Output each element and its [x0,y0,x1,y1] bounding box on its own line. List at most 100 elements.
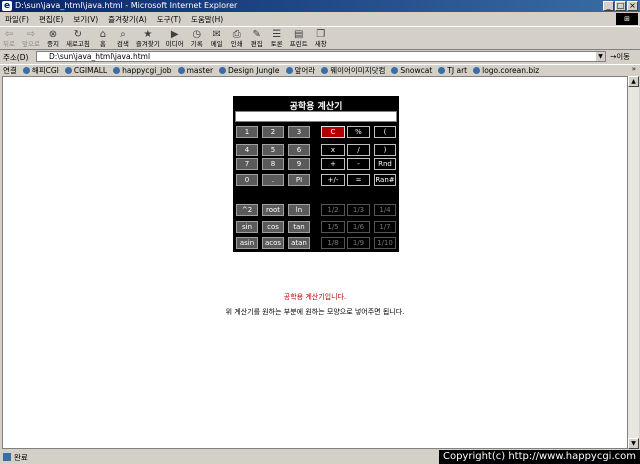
refresh-icon: ↻ [73,29,83,40]
scroll-up-icon[interactable]: ▲ [628,76,639,87]
link-item[interactable]: Snowcat [391,66,432,75]
web-page-icon [473,67,481,74]
calc-key[interactable]: - [347,158,370,170]
link-item[interactable]: CGIMALL [64,66,107,75]
link-item[interactable]: 해피CGI [22,65,59,76]
menu-favorites[interactable]: 즐겨찾기(A) [103,14,152,25]
calc-key[interactable]: 4 [236,144,258,156]
close-button[interactable]: × [627,1,638,11]
link-item[interactable]: happycgi_job [113,66,172,75]
calc-key[interactable]: 8 [262,158,284,170]
calc-key[interactable]: PI [288,174,310,186]
toolbar-button-label: 검색 [116,40,129,48]
edit-icon: ✎ [252,29,261,40]
calc-key[interactable]: 0 [236,174,258,186]
calc-key[interactable]: 1/4 [374,204,396,216]
toolbar-button-4[interactable]: ⌂ 홈 [96,29,110,48]
calc-key[interactable]: ^2 [236,204,258,216]
calc-key[interactable]: 1 [236,126,258,138]
calc-key[interactable]: 1/2 [321,204,345,216]
calc-key[interactable]: + [321,158,345,170]
address-input[interactable]: D:\sun\java_html\java.html ▼ [36,51,606,62]
address-dropdown-icon[interactable]: ▼ [596,52,605,61]
toolbar-button-0[interactable]: ⇦ 뒤로 [2,29,16,48]
calc-key[interactable]: cos [262,221,284,233]
vertical-scrollbar[interactable]: ▲ ▼ [628,76,639,449]
link-item[interactable]: TJ art [438,66,467,75]
calc-key[interactable]: root [262,204,284,216]
title-bar: e D:\sun\java_html\java.html - Microsoft… [0,0,640,12]
stop-icon: ⊗ [48,29,58,40]
calc-key[interactable]: ln [288,204,310,216]
toolbar-button-7[interactable]: ▶ 미디어 [166,29,184,48]
toolbar-button-9[interactable]: ✉ 메일 [210,29,224,48]
calc-key[interactable]: . [262,174,284,186]
toolbar-button-label: 인쇄 [230,40,243,48]
calc-key[interactable]: % [347,126,370,138]
calc-key[interactable]: C [321,126,345,138]
calc-key[interactable]: 1/6 [347,221,370,233]
toolbar-button-13[interactable]: ▤ 프린트 [290,29,308,48]
toolbar-button-6[interactable]: ★ 즐겨찾기 [136,29,160,48]
maximize-button[interactable]: □ [615,1,626,11]
toolbar-button-2[interactable]: ⊗ 중지 [46,29,60,48]
link-label: 해피CGI [31,66,59,75]
calc-key[interactable]: 7 [236,158,258,170]
link-label: logo.corean.biz [482,66,540,75]
calc-key[interactable]: 1/3 [347,204,370,216]
calc-key[interactable]: x [321,144,345,156]
calc-key[interactable]: Rnd [374,158,396,170]
calc-key[interactable]: asin [236,237,258,249]
menu-edit[interactable]: 편집(E) [34,14,68,25]
menu-view[interactable]: 보기(V) [68,14,103,25]
calc-key[interactable]: 2 [262,126,284,138]
calc-key[interactable]: sin [236,221,258,233]
calc-key[interactable]: acos [262,237,284,249]
history-icon: ◷ [192,29,202,40]
toolbar-button-5[interactable]: ⌕ 검색 [116,29,130,48]
scroll-down-icon[interactable]: ▼ [628,438,639,449]
calculator-display[interactable] [235,111,397,122]
toolbar-button-1[interactable]: ⇨ 앞으로 [22,29,40,48]
calc-key[interactable]: Ran# [374,174,396,186]
menu-tools[interactable]: 도구(T) [152,14,186,25]
calc-key[interactable]: 1/9 [347,237,370,249]
calc-key[interactable]: +/- [321,174,345,186]
calc-key[interactable]: / [347,144,370,156]
toolbar-button-10[interactable]: ⎙ 인쇄 [230,29,244,48]
link-item[interactable]: logo.corean.biz [473,66,539,75]
calc-key[interactable]: 1/7 [374,221,396,233]
calc-key[interactable]: = [347,174,370,186]
menu-file[interactable]: 파일(F) [0,14,34,25]
usage-instruction: 위 계산기를 원하는 부분에 원하는 모양으로 넣어주면 됩니다. [225,308,405,316]
link-label: 앞어라 [294,66,316,75]
calc-key[interactable]: 6 [288,144,310,156]
calc-key[interactable]: atan [288,237,310,249]
web-page-icon [219,67,227,74]
toolbar-button-12[interactable]: ☰ 토론 [270,29,284,48]
calc-key[interactable]: 1/10 [374,237,396,249]
link-item[interactable]: master [177,66,213,75]
calc-key[interactable]: ) [374,144,396,156]
calc-key[interactable]: ( [374,126,396,138]
go-button[interactable]: →이동 [610,51,630,62]
toolbar-button-8[interactable]: ◷ 기록 [190,29,204,48]
link-item[interactable]: Design Jungle [219,66,280,75]
links-more-icon[interactable]: » [632,65,636,73]
web-page-icon [177,67,185,74]
link-item[interactable]: 웨이어이미지닷컴 [321,65,385,76]
calc-key[interactable]: 1/5 [321,221,345,233]
calc-key[interactable]: 9 [288,158,310,170]
menu-help[interactable]: 도움말(H) [186,14,228,25]
calc-key[interactable]: 1/8 [321,237,345,249]
minimize-button[interactable]: _ [603,1,614,11]
toolbar-button-11[interactable]: ✎ 편집 [250,29,264,48]
toolbar-button-14[interactable]: ❐ 새창 [314,29,328,48]
calc-key[interactable]: 5 [262,144,284,156]
standard-toolbar: ⇦ 뒤로 ⇨ 앞으로 ⊗ 중지 ↻ 새로고침 ⌂ 홈 ⌕ 검색 ★ 즐겨찾기 ▶ 미디어 ◷ 기록 ✉ 메일 ⎙ 인쇄 ✎ 편… [0,26,640,50]
toolbar-button-3[interactable]: ↻ 새로고침 [66,29,90,48]
calc-key[interactable]: 3 [288,126,310,138]
link-item[interactable]: 앞어라 [285,65,316,76]
calc-key[interactable]: tan [288,221,310,233]
toolbar-button-label: 미디어 [165,40,184,48]
